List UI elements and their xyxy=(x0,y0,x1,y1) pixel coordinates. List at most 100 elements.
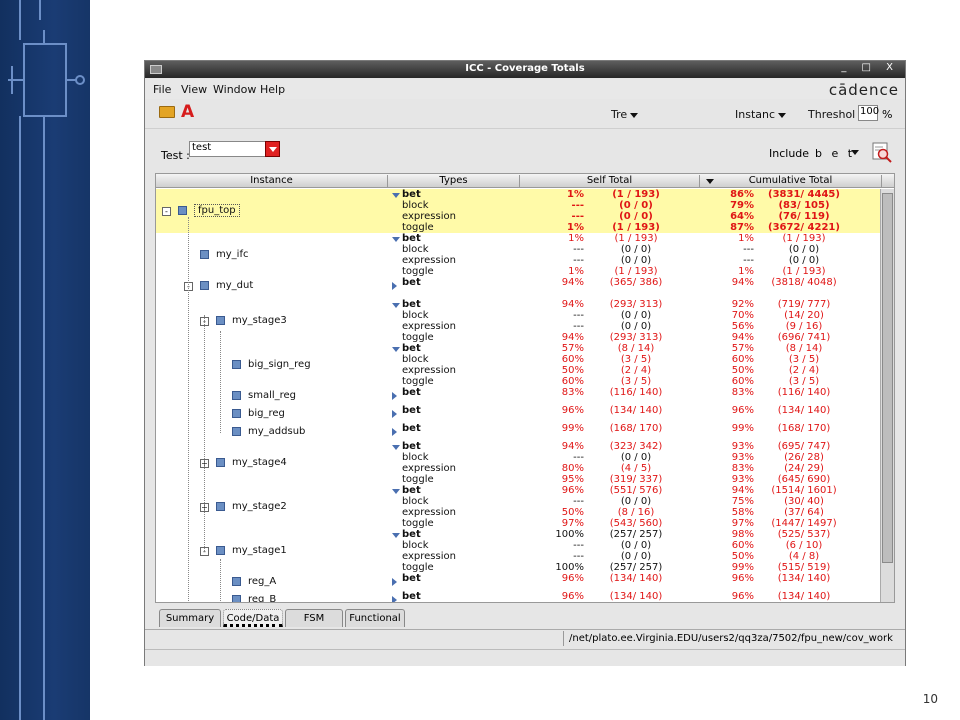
cum-pct-column: 98% 60% 50% 99% xyxy=(716,529,754,573)
vertical-scrollbar[interactable] xyxy=(880,189,894,602)
toolbar: A Tre Instanc Threshol 100 % xyxy=(145,99,905,129)
tree-node[interactable]: my_stage2 xyxy=(216,501,287,513)
cum-pct-column: 83% xyxy=(716,387,754,398)
coverage-value: 1% xyxy=(568,266,584,277)
collapse-icon[interactable]: - xyxy=(162,207,171,216)
chevron-down-icon[interactable] xyxy=(392,193,400,198)
tree-node[interactable]: my_ifc xyxy=(200,249,248,261)
header-cumulative-total[interactable]: Cumulative Total xyxy=(700,175,882,188)
instance-dropdown-label: Instanc xyxy=(735,108,776,121)
coverage-value: 100% xyxy=(555,529,584,540)
coverage-value: 99% xyxy=(731,423,754,434)
chevron-down-icon[interactable] xyxy=(392,237,400,242)
tab-fsm[interactable]: FSM xyxy=(285,609,343,627)
tree-dropdown[interactable]: Tre xyxy=(611,108,639,121)
coverage-types: bet block expression toggle xyxy=(402,529,456,573)
instance-icon xyxy=(200,250,209,259)
self-cnt-column: (1 / 193) (0 / 0) (0 / 0) (1 / 193) xyxy=(596,233,676,277)
instance-icon xyxy=(216,458,225,467)
chevron-right-icon[interactable] xyxy=(392,282,397,290)
table-row[interactable]: - my_dut bet 94% (365/ 386) 94% (3818/ 4048) xyxy=(156,277,882,295)
chevron-right-icon[interactable] xyxy=(392,596,397,602)
type-label: toggle xyxy=(402,474,434,485)
chevron-down-icon[interactable] xyxy=(392,303,400,308)
tree-node[interactable]: my_dut xyxy=(200,280,253,292)
include-value[interactable]: b e t xyxy=(815,147,855,160)
table-row[interactable]: big_sign_reg bet block expression toggle 57% 6… xyxy=(156,343,882,387)
table-row[interactable]: my_addsub bet 99% (168/ 170) 99% (168/ 170) xyxy=(156,423,882,441)
chevron-down-icon[interactable] xyxy=(392,347,400,352)
tree-node[interactable]: my_addsub xyxy=(232,426,305,438)
coverage-value: 50% xyxy=(731,551,754,562)
chevron-right-icon[interactable] xyxy=(392,392,397,400)
tree-node[interactable]: small_reg xyxy=(232,390,296,402)
type-label: block xyxy=(402,310,429,321)
chevron-down-icon[interactable] xyxy=(392,533,400,538)
threshold-input[interactable]: 100 xyxy=(858,105,879,121)
table-row[interactable]: my_ifc bet block expression toggle 1% --- --- 1%… xyxy=(156,233,882,277)
tree-node[interactable]: big_reg xyxy=(232,408,285,420)
window-titlebar[interactable]: ICC - Coverage Totals _ □ X xyxy=(145,61,905,78)
tab-code-data[interactable]: Code/Data xyxy=(223,609,283,627)
coverage-value: (257/ 257) xyxy=(609,529,663,540)
type-label: bet xyxy=(402,485,421,496)
coverage-value: (83/ 105) xyxy=(778,200,830,211)
tree-node[interactable]: big_sign_reg xyxy=(232,359,311,371)
tree-node[interactable]: my_stage1 xyxy=(216,545,287,557)
coverage-value: (319/ 337) xyxy=(609,474,663,485)
header-instance[interactable]: Instance xyxy=(156,175,388,188)
coverage-value: 64% xyxy=(730,211,754,222)
chevron-down-icon[interactable] xyxy=(851,150,859,155)
tab-functional[interactable]: Functional xyxy=(345,609,405,627)
menu-help[interactable]: Help xyxy=(260,83,285,96)
tree-node[interactable]: fpu_top xyxy=(178,204,240,217)
tab-summary[interactable]: Summary xyxy=(159,609,221,627)
table-row[interactable]: - my_stage3 bet block expression toggle 94% ---… xyxy=(156,299,882,343)
chevron-down-icon[interactable] xyxy=(392,445,400,450)
menu-window[interactable]: Window xyxy=(213,83,256,96)
type-label: bet xyxy=(402,573,421,584)
header-self-total[interactable]: Self Total xyxy=(520,175,700,188)
open-folder-icon[interactable] xyxy=(159,106,175,118)
instance-dropdown[interactable]: Instanc xyxy=(735,108,787,121)
threshold-percent: % xyxy=(882,108,893,121)
annotate-icon[interactable]: A xyxy=(181,102,194,122)
coverage-value: 93% xyxy=(731,474,754,485)
coverage-value: 94% xyxy=(561,441,584,452)
coverage-value: 50% xyxy=(731,365,754,376)
tree-node[interactable]: my_stage3 xyxy=(216,315,287,327)
window-controls[interactable]: _ □ X xyxy=(841,62,899,73)
test-dropdown-button[interactable] xyxy=(265,141,280,157)
tree-node[interactable]: reg_A xyxy=(232,576,276,588)
chevron-down-icon[interactable] xyxy=(392,489,400,494)
header-types[interactable]: Types xyxy=(388,175,520,188)
table-row[interactable]: + my_stage4 bet block expression toggle 94% ---… xyxy=(156,441,882,485)
table-row[interactable]: - my_stage1 bet block expression toggle 100% --… xyxy=(156,529,882,573)
chevron-right-icon[interactable] xyxy=(392,578,397,586)
chevron-right-icon[interactable] xyxy=(392,428,397,436)
coverage-value: (26/ 28) xyxy=(784,452,824,463)
tree-node[interactable]: reg_B xyxy=(232,594,276,602)
type-label: block xyxy=(402,244,429,255)
chevron-right-icon[interactable] xyxy=(392,410,397,418)
table-row[interactable]: reg_A bet 96% (134/ 140) 96% (134/ 140) xyxy=(156,573,882,591)
menu-view[interactable]: View xyxy=(181,83,207,96)
menu-file[interactable]: File xyxy=(153,83,171,96)
table-row[interactable]: big_reg bet 96% (134/ 140) 96% (134/ 140) xyxy=(156,405,882,423)
table-row[interactable]: reg_B bet 96% (134/ 140) 96% (134/ 140) xyxy=(156,591,882,602)
type-label: toggle xyxy=(402,266,434,277)
coverage-value: (30/ 40) xyxy=(784,496,824,507)
coverage-value: --- xyxy=(571,211,584,222)
type-label: toggle xyxy=(402,376,434,387)
instance-icon xyxy=(232,391,241,400)
tree-node[interactable]: my_stage4 xyxy=(216,457,287,469)
table-row[interactable]: - fpu_top bet block expression toggle 1% --- ---… xyxy=(156,189,882,233)
coverage-value: --- xyxy=(573,244,584,255)
table-row[interactable]: + my_stage2 bet block expression toggle 96% ---… xyxy=(156,485,882,529)
coverage-value: 60% xyxy=(731,540,754,551)
coverage-value: (134/ 140) xyxy=(609,591,663,602)
scrollbar-thumb[interactable] xyxy=(882,193,893,563)
search-icon[interactable] xyxy=(871,141,893,163)
coverage-types: bet block expression toggle xyxy=(402,189,456,233)
table-row[interactable]: small_reg bet 83% (116/ 140) 83% (116/ 140) xyxy=(156,387,882,405)
